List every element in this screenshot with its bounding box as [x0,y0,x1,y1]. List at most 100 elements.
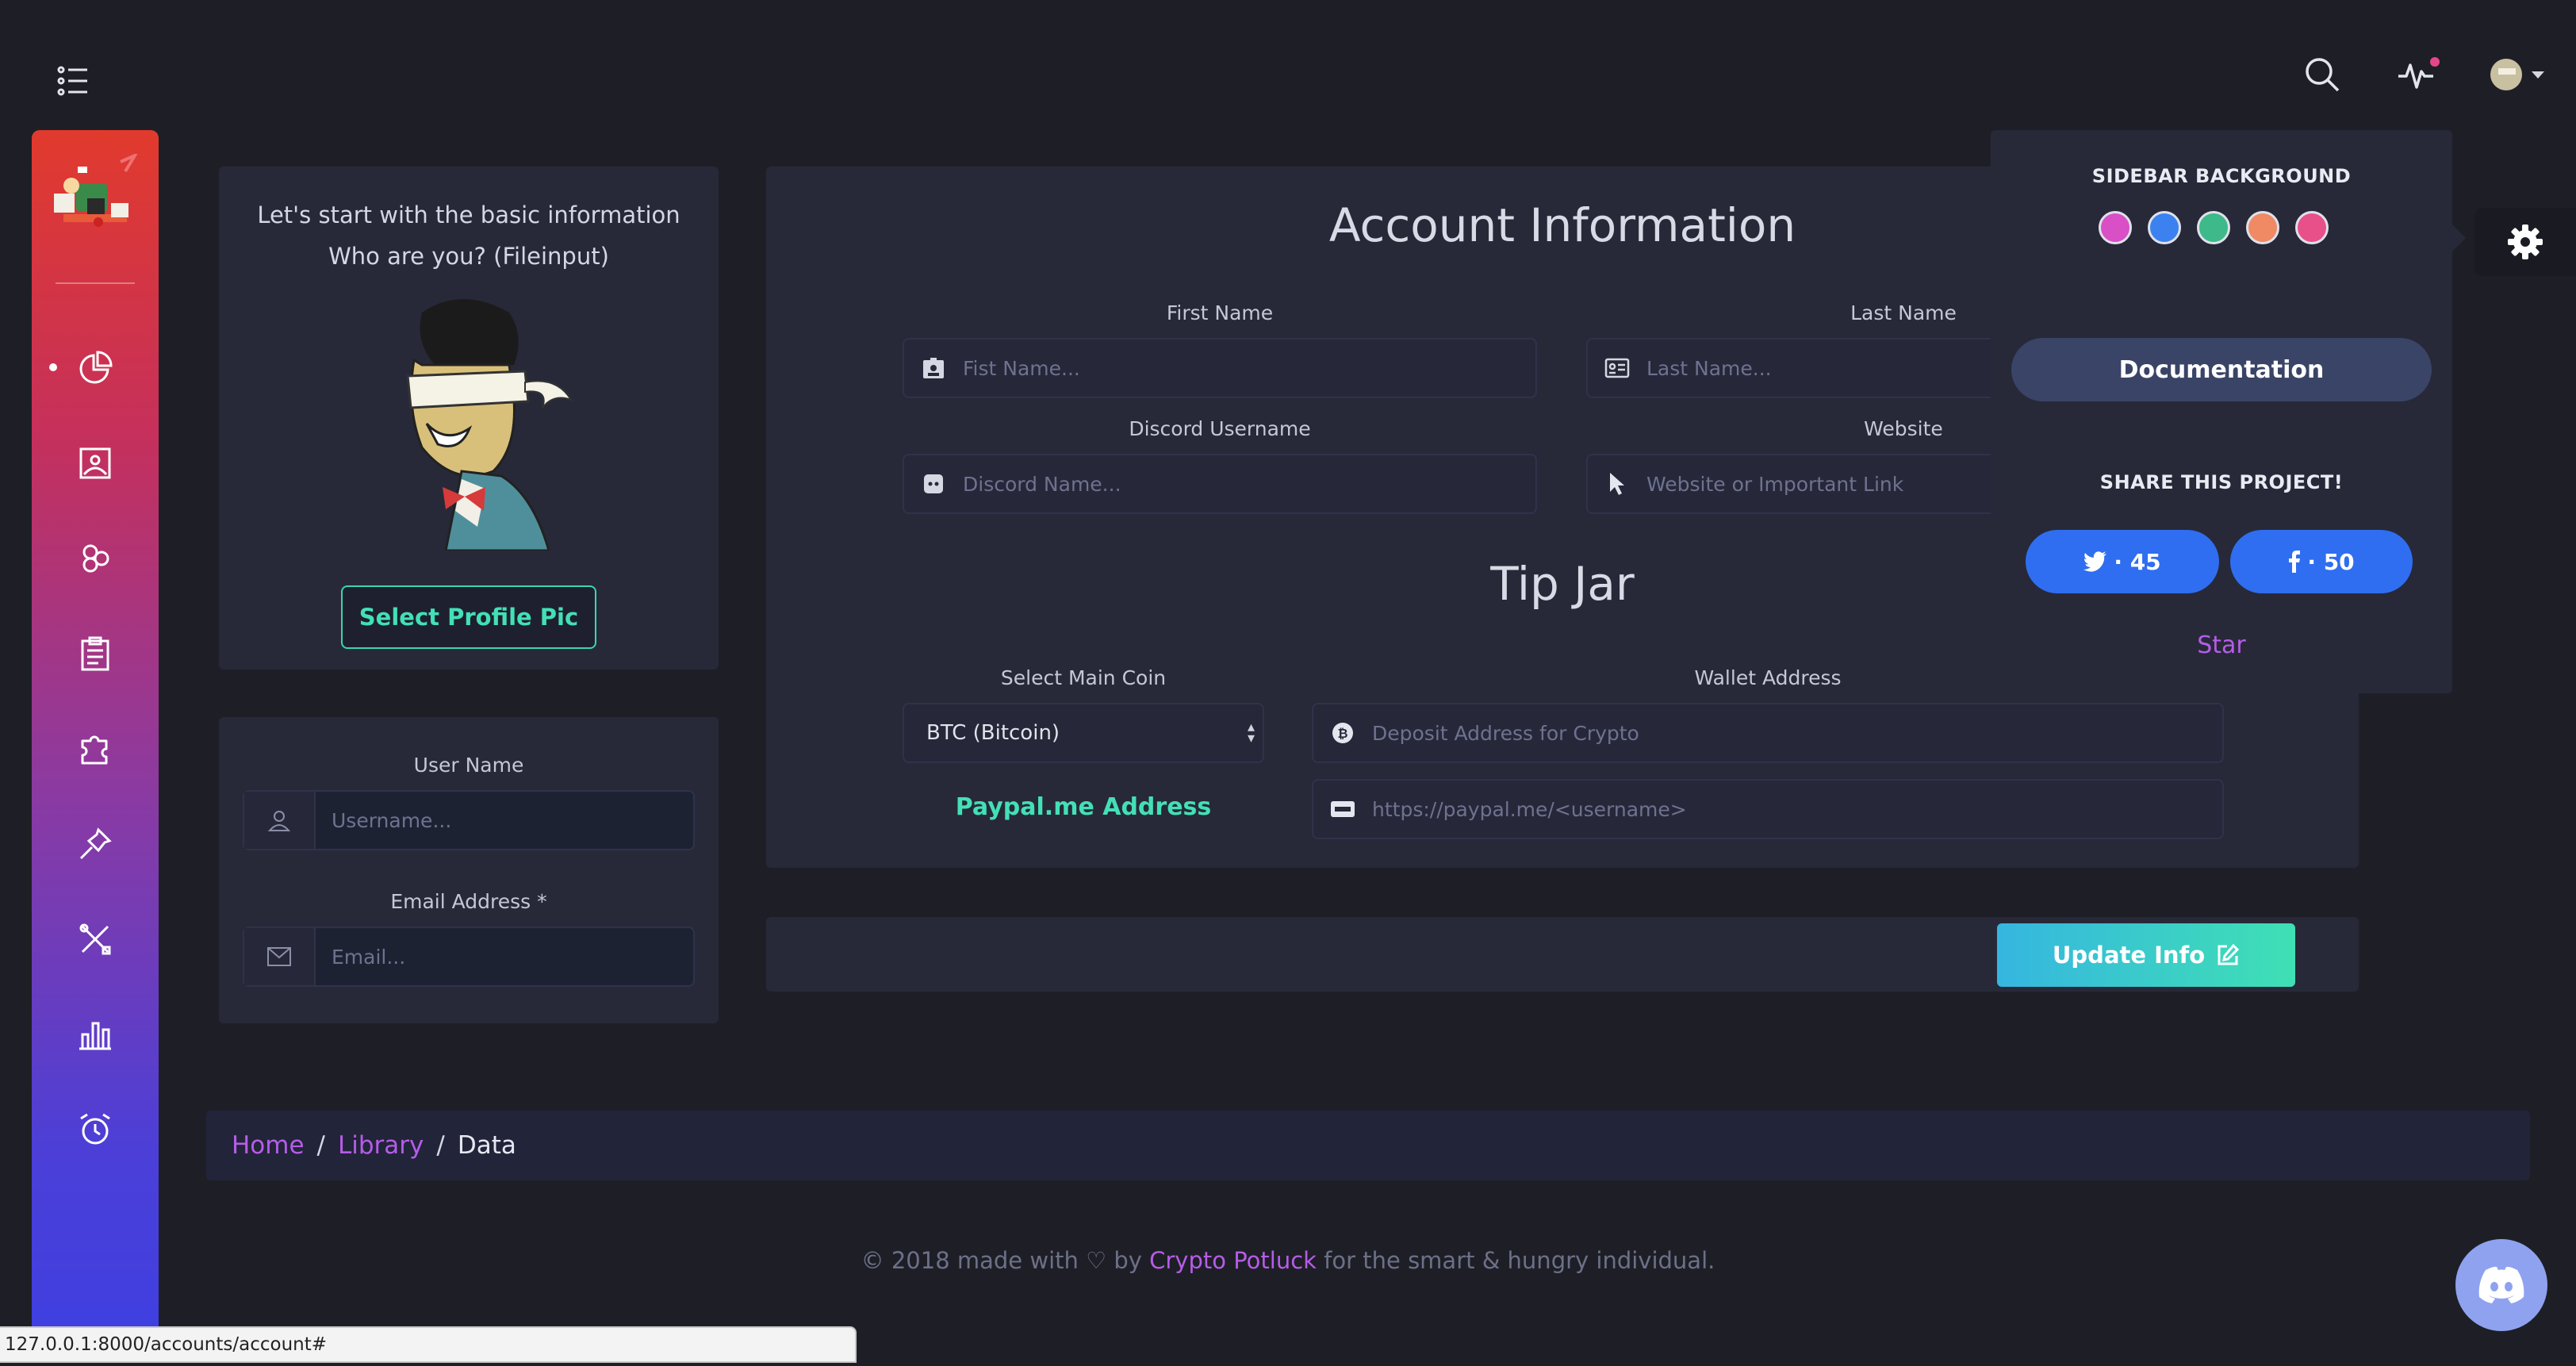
user-icon-addon [244,792,316,849]
svg-text:₿: ₿ [1337,726,1347,741]
twitter-share-button[interactable]: · 45 [2026,530,2219,593]
swatch-purple[interactable] [2099,211,2132,244]
discord-icon-addon [904,455,963,512]
footer: © 2018 made with ♡ by Crypto Potluck for… [0,1247,2576,1274]
paypal-address-input[interactable] [1372,781,2222,838]
envelope-icon-addon [244,928,316,985]
sidebar-item-calendar[interactable] [32,1082,159,1177]
pin-icon [79,827,112,860]
email-input[interactable] [316,928,693,985]
facebook-count: · 50 [2307,548,2355,575]
select-profile-pic-button[interactable]: Select Profile Pic [341,585,596,649]
sidebar-nav [32,320,159,1177]
sidebar-item-dashboard[interactable] [32,320,159,416]
sidebar-item-pins[interactable] [32,796,159,892]
footer-prefix: © 2018 made with [861,1247,1079,1274]
discord-username-group [903,454,1537,514]
swatch-pink[interactable] [2295,211,2329,244]
mouse-pointer-icon [1610,473,1624,495]
breadcrumb: Home / Library / Data [206,1111,2530,1180]
update-info-button[interactable]: Update Info [1997,923,2295,987]
browser-status-bar: 127.0.0.1:8000/accounts/account# [0,1326,857,1363]
main-coin-selected-value: BTC (Bitcoin) [926,721,1060,745]
bitcoin-icon: ₿ [1332,723,1353,743]
sidebar-item-tools[interactable] [32,892,159,987]
discord-username-input[interactable] [963,455,1535,512]
sidebar-item-forms[interactable] [32,606,159,701]
search-button[interactable] [2303,56,2341,94]
activity-pulse-icon [2398,63,2433,89]
select-coin-label: Select Main Coin [1000,666,1167,689]
puzzle-icon [81,735,108,765]
first-name-group [903,338,1537,398]
first-name-label: First Name [1166,301,1274,324]
swatch-orange[interactable] [2246,211,2279,244]
email-label: Email Address * [390,890,547,913]
email-group [243,927,695,987]
select-arrows-icon: ▴ ▾ [1247,719,1255,746]
sidebar-divider [56,282,135,284]
id-badge-icon-addon [904,340,963,397]
id-badge-icon [923,358,944,378]
breadcrumb-library-link[interactable]: Library [338,1131,424,1160]
intro-line-1: Let's start with the basic information [257,201,680,228]
twitter-icon [2083,551,2107,572]
chevron-down-icon [2532,71,2544,79]
footer-brand-link[interactable]: Crypto Potluck [1149,1247,1317,1274]
brand-logo[interactable] [48,152,143,241]
footer-by: by [1114,1247,1142,1274]
footer-suffix: for the smart & hungry individual. [1324,1247,1715,1274]
swatch-green[interactable] [2197,211,2230,244]
swatch-blue[interactable] [2148,211,2181,244]
discord-icon [2478,1266,2524,1303]
id-card-icon [1604,358,1630,378]
username-input[interactable] [316,792,693,849]
avatar [2490,59,2522,90]
sidebar-item-gallery[interactable] [32,416,159,511]
discord-chat-button[interactable] [2455,1239,2547,1331]
user-icon [267,811,291,831]
share-buttons: · 45 · 50 [2026,530,2413,593]
breadcrumb-separator: / [316,1131,325,1160]
documentation-button[interactable]: Documentation [2011,338,2432,401]
sidebar [32,130,159,1336]
user-credentials-card: User Name Email Address * [219,717,719,1023]
id-card-icon-addon [1588,340,1646,397]
sidebar-item-charts[interactable] [32,987,159,1082]
user-menu-button[interactable] [2490,59,2544,90]
topbar-actions [2303,56,2544,94]
clipboard-icon [81,636,109,671]
hexagons-icon [82,544,109,573]
twitter-count: · 45 [2114,548,2161,575]
breadcrumb-current: Data [457,1131,516,1160]
update-actions-card: Update Info [766,917,2359,992]
first-name-input[interactable] [963,340,1535,397]
blindfolded-man-illustration-icon [406,299,573,552]
profile-picture-card: Let's start with the basic information W… [219,167,719,670]
alarm-clock-icon [80,1113,110,1145]
gear-icon [2508,224,2543,259]
main-coin-select[interactable]: BTC (Bitcoin) ▴ ▾ [903,703,1264,763]
tools-icon [79,923,111,955]
wallet-address-group: ₿ [1312,703,2224,763]
pie-chart-icon [79,351,113,384]
breadcrumb-home-link[interactable]: Home [232,1131,305,1160]
pointer-icon-addon [1588,455,1646,512]
notification-dot [2430,57,2440,67]
breadcrumb-separator: / [436,1131,445,1160]
activity-button[interactable] [2397,56,2440,94]
paypal-icon-addon [1313,781,1372,838]
envelope-icon [267,947,291,966]
profile-picture [366,289,573,552]
facebook-icon [2289,551,2301,573]
settings-toggle[interactable] [2474,208,2576,276]
paypal-address-group [1312,779,2224,839]
sidebar-item-components[interactable] [32,511,159,606]
search-icon [2306,58,2340,92]
sidebar-item-plugins[interactable] [32,701,159,796]
facebook-share-button[interactable]: · 50 [2230,530,2413,593]
menu-toggle-button[interactable] [56,63,90,98]
wallet-address-input[interactable] [1372,704,2222,762]
username-group [243,790,695,850]
github-star-link[interactable]: Star [1991,631,2452,659]
